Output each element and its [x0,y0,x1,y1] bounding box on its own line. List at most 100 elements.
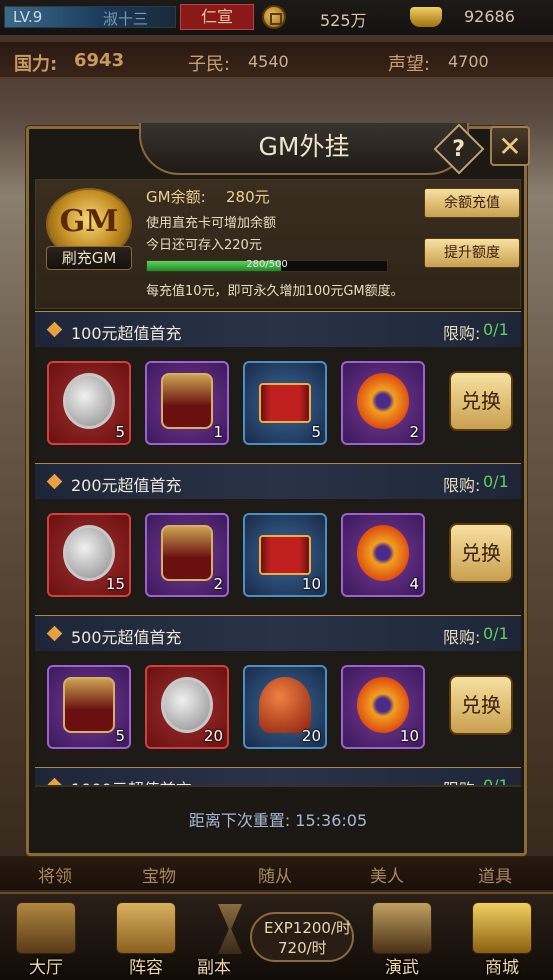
dialog-header: GM外挂 [139,123,469,175]
offer-body: 5 20 20 10 兑换 [35,651,521,765]
nav-dungeon-label: 副本 [197,958,231,978]
token-icon [63,677,115,733]
offer-section: 1000元超值首充 限购:0/1 [35,767,521,785]
offer-title: 1000元超值首充 [71,776,192,785]
item-count: 10 [301,575,321,593]
top-status-bar: LV.9 淑十三 仁宣 525万 92686 [0,0,553,36]
nav-beauties[interactable]: 美人 [370,862,404,887]
silver-icon [63,373,115,429]
exchange-button[interactable]: 兑换 [449,371,513,431]
purchase-limit-value: 0/1 [483,776,509,785]
increase-hint: 使用直充卡可增加余额 [146,216,277,231]
reward-item[interactable]: 2 [341,361,425,445]
nav-drill-button[interactable]: 演武 [360,900,444,980]
nav-treasures[interactable]: 宝物 [142,862,176,887]
quota-progress-text: 280/500 [246,259,288,270]
quota-progress-bar: 280/500 [146,259,388,272]
income-rate-panel: EXP1200/时 720/时 [250,912,354,962]
nav-formation-button[interactable]: 阵容 [104,900,188,980]
quota-note: 每充值10元，即可永久增加100元GM额度。 [146,284,404,299]
gold-ingot-shop-icon [472,902,532,954]
money-amount: 525万 [320,11,367,30]
offer-header: 500元超值首充 限购: 0/1 [35,615,521,651]
reward-item[interactable]: 5 [47,665,131,749]
gold-amount: 92686 [464,7,515,26]
dialog-title: GM外挂 [258,132,350,161]
raise-quota-button[interactable]: 提升额度 [424,238,520,268]
crossed-swords-icon [372,902,432,954]
gm-info-panel: GM 刷充GM GM余额: 280元 使用直充卡可增加余额 今日还可存入220元… [35,179,521,309]
item-count: 5 [311,423,321,441]
exchange-button[interactable]: 兑换 [449,675,513,735]
offer-title: 100元超值首充 [71,324,182,343]
recharge-balance-button[interactable]: 余额充值 [424,188,520,218]
offer-body: 15 2 10 4 兑换 [35,499,521,613]
gm-badge-label: 刷充GM [46,246,132,270]
reward-item[interactable]: 5 [47,361,131,445]
deposit-remaining: 今日还可存入220元 [146,238,262,253]
offer-section: 200元超值首充 限购: 0/1 15 2 10 4 兑换 [35,463,521,613]
offer-title: 200元超值首充 [71,476,182,495]
nav-shop-button[interactable]: 商城 [460,900,544,980]
item-count: 5 [115,423,125,441]
offer-section: 500元超值首充 限购: 0/1 5 20 20 10 兑换 [35,615,521,765]
item-count: 15 [105,575,125,593]
flag-icon [116,902,176,954]
silver-icon [63,525,115,581]
nav-hall-button[interactable]: 大厅 [4,900,88,980]
reputation-label: 声望: [388,54,431,75]
reward-item[interactable]: 15 [47,513,131,597]
rank-badge[interactable]: 仁宣 [180,4,254,30]
item-count: 4 [409,575,419,593]
reward-item[interactable]: 20 [243,665,327,749]
nav-items[interactable]: 道具 [478,862,512,887]
item-count: 5 [115,727,125,745]
purchase-limit-label: 限购: [443,476,481,495]
reward-item[interactable]: 5 [243,361,327,445]
scroll-icon [259,535,311,575]
offer-header: 1000元超值首充 限购:0/1 [35,767,521,785]
reward-item[interactable]: 10 [341,665,425,749]
power-label: 国力: [14,54,58,75]
nav-shop-label: 商城 [485,958,519,978]
question-icon: ? [452,136,466,162]
nav-formation-label: 阵容 [129,958,163,978]
item-count: 2 [213,575,223,593]
offer-title: 500元超值首充 [71,628,182,647]
scroll-icon [259,383,311,423]
copper-coin-icon [262,5,286,29]
offer-list[interactable]: 100元超值首充 限购: 0/1 5 1 5 2 兑换 200元超值首充 限购: 0/1 15 2 10 4… [35,311,521,785]
reward-item[interactable]: 2 [145,513,229,597]
item-count: 1 [213,423,223,441]
balance-label: GM余额: [146,188,206,206]
close-button[interactable]: ✕ [490,126,530,166]
population-label: 子民: [188,54,231,75]
nav-followers[interactable]: 随从 [258,862,292,887]
close-icon: ✕ [498,130,522,163]
reward-item[interactable]: 1 [145,361,229,445]
token-icon [161,373,213,429]
purchase-limit-label: 限购: [443,628,481,647]
gm-dialog: GM外挂 ? GM 刷充GM GM余额: 280元 使用直充卡可增加余额 今日还… [26,123,527,856]
offer-section: 100元超值首充 限购: 0/1 5 1 5 2 兑换 [35,311,521,461]
reward-item[interactable]: 20 [145,665,229,749]
power-value: 6943 [74,50,125,71]
offer-header: 100元超值首充 限购: 0/1 [35,311,521,347]
purchase-limit-value: 0/1 [483,320,509,339]
level-text: LV.9 [13,8,43,26]
nav-generals[interactable]: 将领 [38,862,72,887]
silver-icon [161,677,213,733]
divider [35,785,521,787]
reward-item[interactable]: 10 [243,513,327,597]
exp-rate: EXP1200/时 [264,919,352,937]
nav-drill-label: 演武 [385,958,419,978]
reward-item[interactable]: 4 [341,513,425,597]
item-count: 20 [301,727,321,745]
fire-icon [357,677,409,733]
diamond-icon [46,473,63,490]
exchange-button[interactable]: 兑换 [449,523,513,583]
level-bar[interactable]: LV.9 淑十三 [4,6,176,28]
nav-hall-label: 大厅 [29,958,63,978]
offer-body: 5 1 5 2 兑换 [35,347,521,461]
coin-rate: 720/时 [278,939,327,957]
